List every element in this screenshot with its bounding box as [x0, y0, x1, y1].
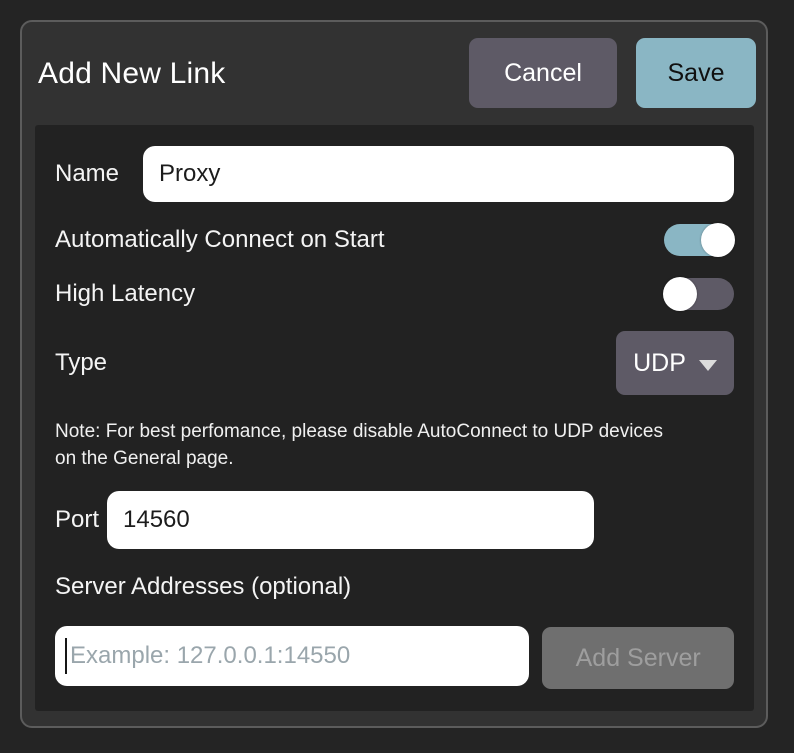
type-label: Type	[55, 349, 107, 377]
add-new-link-dialog: Add New Link Cancel Save Name Automatica…	[20, 20, 768, 728]
chevron-down-icon	[699, 360, 717, 371]
type-dropdown-value: UDP	[633, 349, 686, 378]
toggle-knob	[701, 223, 735, 257]
high-latency-toggle[interactable]	[664, 278, 734, 310]
autoconnect-toggle[interactable]	[664, 224, 734, 256]
port-row: Port	[55, 491, 734, 549]
name-row: Name	[55, 146, 734, 202]
note-line-2: on the General page.	[55, 445, 734, 472]
server-address-row: Add Server	[55, 626, 734, 689]
page-title: Add New Link	[38, 22, 226, 125]
link-settings-panel: Name Automatically Connect on Start High…	[35, 125, 754, 711]
note-text: Note: For best perfomance, please disabl…	[55, 418, 734, 472]
server-address-input[interactable]	[55, 626, 529, 686]
text-cursor	[65, 638, 67, 674]
autoconnect-label: Automatically Connect on Start	[55, 226, 385, 254]
note-line-1: Note: For best perfomance, please disabl…	[55, 418, 734, 445]
server-addresses-label: Server Addresses (optional)	[55, 573, 734, 601]
high-latency-row: High Latency	[55, 277, 734, 310]
server-address-input-wrap	[55, 626, 529, 686]
cancel-button[interactable]: Cancel	[469, 38, 617, 108]
toggle-knob	[663, 277, 697, 311]
name-label: Name	[55, 160, 143, 188]
port-input[interactable]	[107, 491, 594, 549]
port-label: Port	[55, 506, 107, 534]
dialog-header: Add New Link Cancel Save	[22, 22, 766, 125]
name-input[interactable]	[143, 146, 734, 202]
autoconnect-row: Automatically Connect on Start	[55, 223, 734, 256]
type-row: Type UDP	[55, 331, 734, 395]
add-server-button[interactable]: Add Server	[542, 627, 734, 689]
save-button[interactable]: Save	[636, 38, 756, 108]
high-latency-label: High Latency	[55, 280, 195, 308]
type-dropdown[interactable]: UDP	[616, 331, 734, 395]
